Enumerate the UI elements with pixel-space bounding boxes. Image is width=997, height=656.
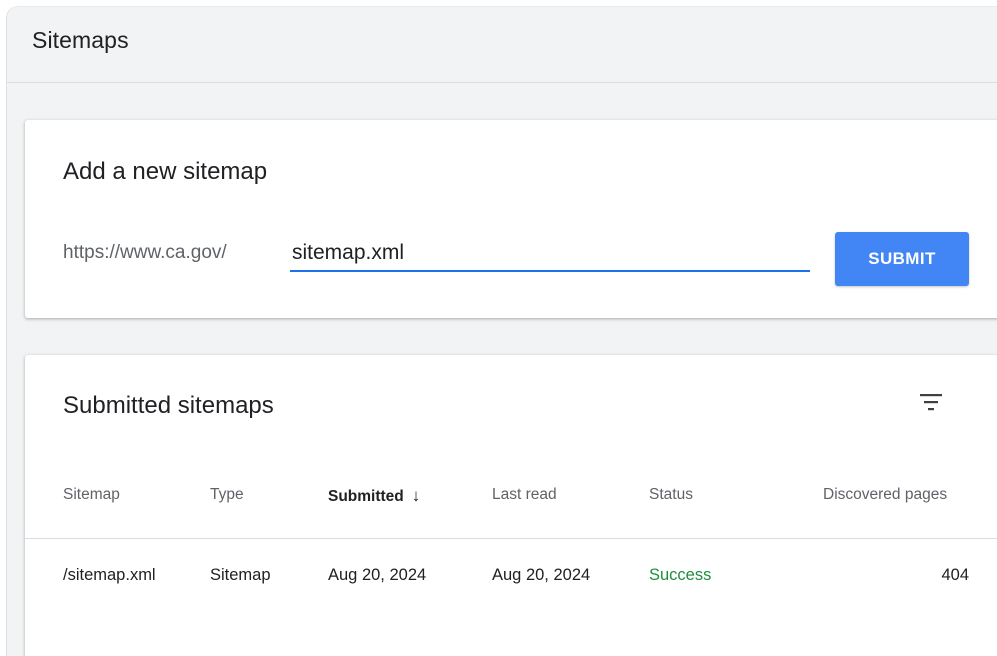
column-header-sitemap[interactable]: Sitemap	[63, 486, 120, 504]
add-sitemap-title: Add a new sitemap	[63, 158, 268, 185]
page-header: Sitemaps	[7, 7, 997, 83]
cell-submitted: Aug 20, 2024	[328, 566, 427, 584]
table-divider	[25, 538, 997, 539]
cell-type: Sitemap	[210, 566, 271, 584]
add-sitemap-card: Add a new sitemap https://www.ca.gov/ SU…	[25, 120, 997, 318]
sitemap-url-input[interactable]	[290, 236, 810, 272]
submitted-sitemaps-card: Submitted sitemaps Sitemap Type Submitte…	[25, 355, 997, 656]
cell-sitemap: /sitemap.xml	[63, 566, 156, 584]
column-header-status[interactable]: Status	[649, 486, 693, 504]
submit-button[interactable]: SUBMIT	[835, 232, 969, 286]
arrow-down-icon: ↓	[411, 486, 421, 505]
submitted-sitemaps-title: Submitted sitemaps	[63, 392, 274, 419]
cell-status: Success	[649, 566, 712, 584]
cell-last-read: Aug 20, 2024	[492, 566, 591, 584]
sitemaps-page: Sitemaps Add a new sitemap https://www.c…	[6, 6, 997, 656]
column-header-submitted[interactable]: Submitted ↓	[328, 486, 420, 506]
column-header-submitted-label: Submitted	[328, 488, 404, 505]
filter-icon[interactable]	[918, 391, 944, 413]
column-header-type[interactable]: Type	[210, 486, 244, 504]
cell-discovered-pages: 404	[941, 566, 969, 584]
column-header-discovered-pages[interactable]: Discovered pages	[823, 486, 947, 504]
url-prefix: https://www.ca.gov/	[63, 242, 227, 263]
column-header-last-read[interactable]: Last read	[492, 486, 557, 504]
page-title: Sitemaps	[32, 27, 129, 53]
